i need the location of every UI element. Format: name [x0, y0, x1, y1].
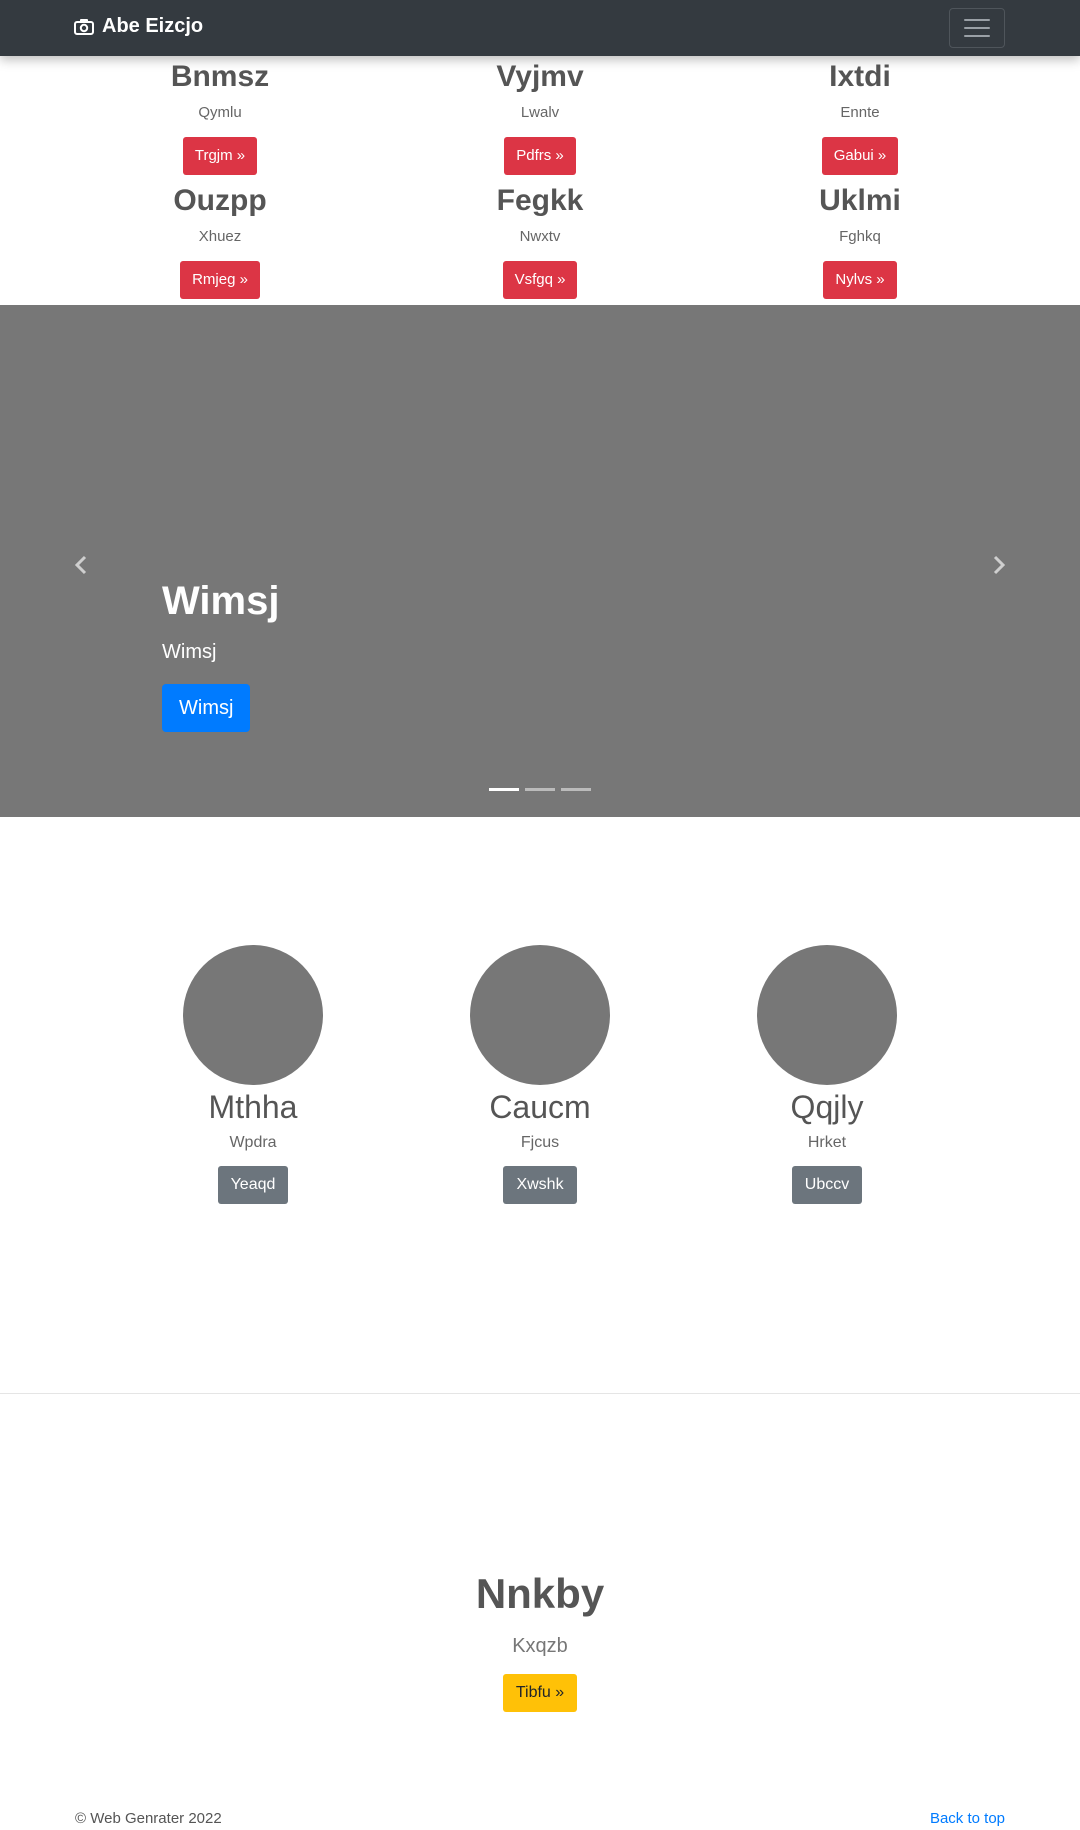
product-title: Bnmsz	[170, 60, 270, 93]
product-subtitle: Xhuez	[198, 228, 242, 245]
team-subtitle: Wpdra	[229, 1133, 277, 1151]
product-card: Ouzpp Xhuez Rmjeg »	[70, 186, 370, 299]
avatar-placeholder	[470, 945, 610, 1085]
navbar-toggler-button[interactable]	[949, 8, 1005, 48]
product-title: Uklmi	[819, 184, 901, 217]
product-subtitle: Qymlu	[198, 104, 242, 121]
section-divider	[0, 1393, 1080, 1394]
product-title: Fegkk	[496, 184, 584, 217]
chevron-right-icon	[993, 555, 1006, 575]
avatar-placeholder	[757, 945, 897, 1085]
team-button[interactable]: Ubccv	[791, 1165, 863, 1204]
product-title: Ouzpp	[173, 184, 267, 217]
feature-section: Nnkby Kxqzb Tibfu »	[0, 1573, 1080, 1712]
carousel-button[interactable]: Wimsj	[162, 684, 251, 732]
team-subtitle: Hrket	[807, 1133, 847, 1151]
feature-heading: Nnkby	[475, 1570, 605, 1617]
carousel-indicator[interactable]	[489, 788, 519, 791]
avatar-placeholder	[183, 945, 323, 1085]
product-card: Uklmi Fghkq Nylvs »	[710, 186, 1010, 299]
carousel-heading: Wimsj	[162, 579, 280, 623]
camera-icon	[74, 18, 94, 35]
product-subtitle: Fghkq	[839, 228, 881, 245]
product-subtitle: Lwalv	[520, 104, 560, 121]
product-subtitle: Nwxtv	[519, 228, 561, 245]
team-name: Caucm	[489, 1089, 591, 1125]
product-card: Bnmsz Qymlu Trgjm »	[70, 62, 370, 175]
carousel-indicator[interactable]	[561, 788, 591, 791]
team-name: Qqjly	[790, 1089, 864, 1125]
product-subtitle: Ennte	[840, 104, 880, 121]
back-to-top-link[interactable]: Back to top	[930, 1810, 1005, 1827]
hamburger-menu-icon	[964, 19, 990, 21]
product-button[interactable]: Trgjm »	[182, 137, 258, 175]
feature-text: Kxqzb	[512, 1635, 568, 1657]
product-card: Ixtdi Ennte Gabui »	[710, 62, 1010, 175]
product-button[interactable]: Gabui »	[821, 137, 899, 175]
team-subtitle: Fjcus	[520, 1133, 560, 1151]
product-button[interactable]: Vsfgq »	[502, 261, 578, 299]
product-button[interactable]: Rmjeg »	[180, 261, 260, 299]
team-member: Mthha Wpdra Yeaqd	[113, 945, 393, 1204]
product-card: Fegkk Nwxtv Vsfgq »	[390, 186, 690, 299]
footer-copyright: © Web Genrater 2022	[75, 1810, 222, 1827]
brand-name: Abe Eizcjo	[102, 15, 204, 37]
product-title: Vyjmv	[496, 60, 584, 93]
chevron-left-icon	[74, 555, 87, 575]
feature-button[interactable]: Tibfu »	[502, 1674, 578, 1712]
team-member: Qqjly Hrket Ubccv	[687, 945, 967, 1204]
team-button[interactable]: Xwshk	[503, 1165, 577, 1204]
product-button[interactable]: Pdfrs »	[504, 137, 576, 175]
product-button[interactable]: Nylvs »	[823, 261, 897, 299]
carousel-indicator[interactable]	[525, 788, 555, 791]
carousel-caption: Wimsj Wimsj Wimsj	[162, 581, 279, 732]
carousel-indicators	[0, 788, 1080, 791]
carousel-prev-button[interactable]	[69, 553, 93, 577]
brand-link[interactable]: Abe Eizcjo	[74, 15, 203, 38]
carousel: Wimsj Wimsj Wimsj	[0, 305, 1080, 817]
carousel-next-button[interactable]	[987, 553, 1011, 577]
team-name: Mthha	[208, 1089, 298, 1125]
product-card: Vyjmv Lwalv Pdfrs »	[390, 62, 690, 175]
navbar: Abe Eizcjo	[0, 0, 1080, 56]
team-member: Caucm Fjcus Xwshk	[400, 945, 680, 1204]
carousel-text: Wimsj	[162, 641, 217, 663]
product-title: Ixtdi	[829, 60, 891, 93]
team-button[interactable]: Yeaqd	[217, 1165, 289, 1204]
